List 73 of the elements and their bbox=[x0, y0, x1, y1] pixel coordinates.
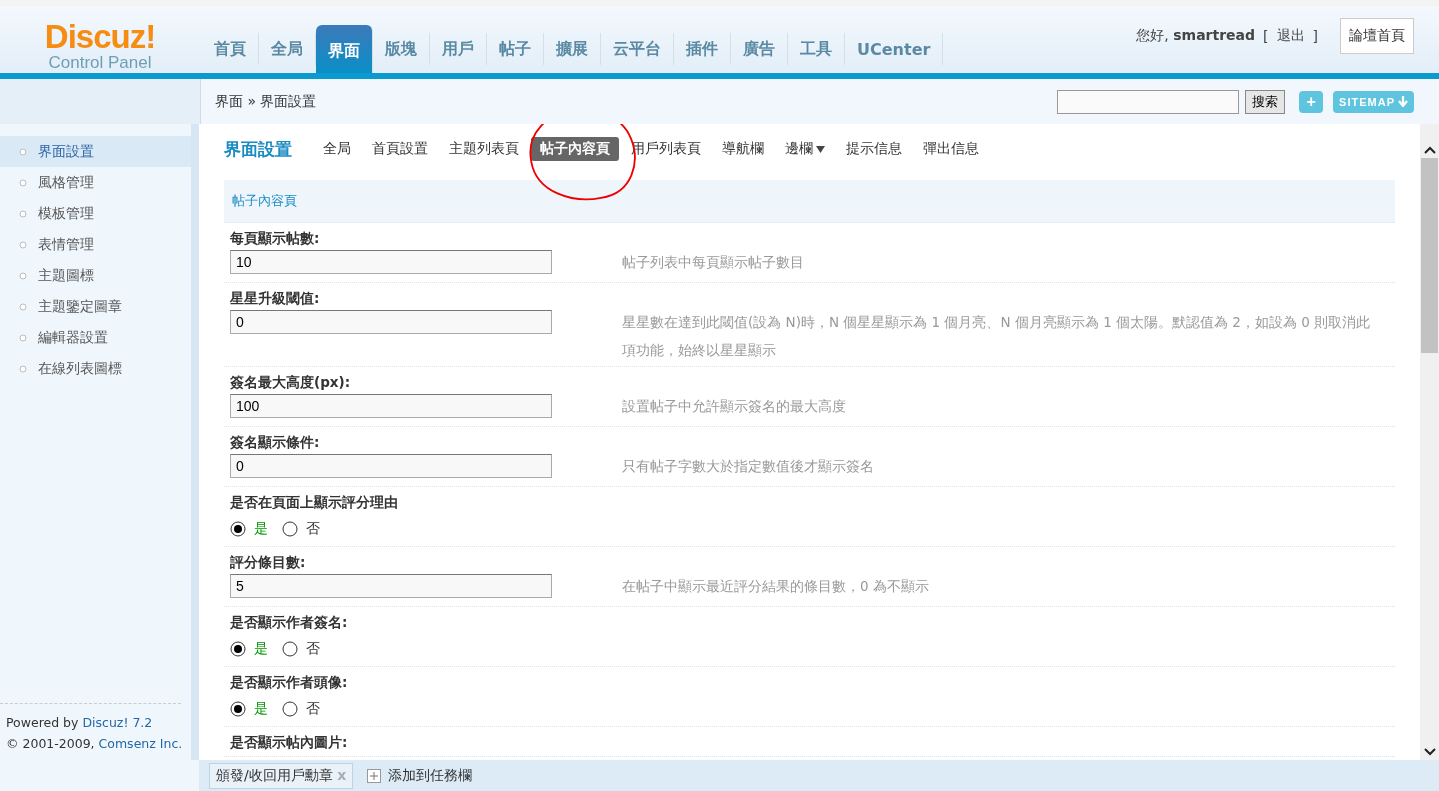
sub-tab[interactable]: 主題列表頁 bbox=[440, 137, 528, 161]
hint-text: 星星數在達到此閾值(設為 N)時，N 個星星顯示為 1 個月亮、N 個月亮顯示為 1 個太陽。默認值為 2，如設為 0 則取消此項功能，始終以星星顯示 bbox=[622, 313, 1372, 360]
scrollbar[interactable] bbox=[1420, 124, 1439, 760]
sidebar-item[interactable]: 主題鑒定圖章 bbox=[0, 291, 191, 322]
search-field[interactable] bbox=[1057, 89, 1240, 114]
setting-label: 評分條目數: bbox=[230, 553, 307, 572]
sub-tab[interactable]: 導航欄 bbox=[713, 137, 773, 161]
bullet-icon bbox=[19, 147, 27, 156]
sidebar-item[interactable]: 表情管理 bbox=[0, 229, 191, 260]
bullet-icon bbox=[19, 240, 27, 249]
setting-label: 簽名最大高度(px): bbox=[230, 373, 352, 392]
company-link[interactable]: Comsenz Inc. bbox=[98, 736, 183, 751]
radio-option[interactable]: 否 bbox=[282, 700, 320, 718]
sidebar-item[interactable]: 主題圖標 bbox=[0, 260, 191, 291]
radio-option[interactable]: 是 bbox=[230, 700, 268, 718]
sidebar-item[interactable]: 模板管理 bbox=[0, 198, 191, 229]
setting-label: 是否顯示作者頭像: bbox=[230, 673, 349, 692]
bullet-icon bbox=[19, 302, 27, 311]
sub-tab[interactable]: 帖子內容頁 bbox=[531, 137, 619, 161]
bullet-icon bbox=[19, 271, 27, 280]
bullet-icon bbox=[19, 178, 27, 187]
scroll-down-icon[interactable] bbox=[1423, 748, 1436, 756]
input-field[interactable]: 5 bbox=[230, 574, 552, 598]
hint-text: 只有帖子字數大於指定數值後才顯示簽名 bbox=[622, 457, 874, 476]
radio-option[interactable]: 是 bbox=[230, 520, 268, 538]
task-tab[interactable]: 頒發/收回用戶勳章 x bbox=[209, 762, 354, 789]
forum-home-button[interactable]: 論壇首頁 bbox=[1340, 18, 1414, 54]
setting-label: 是否顯示帖內圖片: bbox=[230, 733, 349, 752]
powered-by-text: Powered by Discuz! 7.2 bbox=[6, 714, 154, 732]
hint-text: 帖子列表中每頁顯示帖子數目 bbox=[622, 253, 804, 272]
sidebar-item[interactable]: 編輯器設置 bbox=[0, 322, 191, 353]
search-button[interactable]: 搜索 bbox=[1245, 89, 1286, 114]
sub-tab[interactable]: 彈出信息 bbox=[914, 137, 988, 161]
sub-tab[interactable]: 提示信息 bbox=[837, 137, 911, 161]
setting-label: 每頁顯示帖數: bbox=[230, 229, 321, 248]
hint-text: 設置帖子中允許顯示簽名的最大高度 bbox=[622, 397, 846, 416]
logo-subtitle: Control Panel bbox=[48, 53, 152, 73]
sub-tab[interactable]: 邊欄 bbox=[776, 137, 834, 161]
sidebar-item[interactable]: 風格管理 bbox=[0, 167, 191, 198]
radio-option[interactable]: 否 bbox=[282, 640, 320, 658]
sub-tab[interactable]: 全局 bbox=[314, 137, 360, 161]
bullet-icon bbox=[19, 209, 27, 218]
down-arrow-icon bbox=[1398, 96, 1408, 107]
setting-label: 是否在頁面上顯示評分理由 bbox=[230, 493, 399, 512]
page-title: 界面設置 bbox=[224, 137, 292, 161]
scroll-up-icon[interactable] bbox=[1423, 146, 1436, 154]
logo-text: Discuz! bbox=[44, 20, 156, 53]
sidebar-item[interactable]: 在線列表圖標 bbox=[0, 353, 191, 384]
sub-tab[interactable]: 首頁設置 bbox=[363, 137, 437, 161]
radio-option[interactable]: 是 bbox=[230, 640, 268, 658]
bracket-text: [ bbox=[1263, 28, 1269, 44]
input-field[interactable]: 10 bbox=[230, 250, 552, 274]
bracket-text: ] bbox=[1312, 28, 1318, 44]
plus-icon bbox=[367, 768, 382, 783]
input-field[interactable]: 100 bbox=[230, 394, 552, 418]
logout-link[interactable]: 退出 bbox=[1276, 27, 1305, 45]
input-field[interactable]: 0 bbox=[230, 454, 552, 478]
bullet-icon bbox=[19, 364, 27, 373]
input-field[interactable]: 0 bbox=[230, 310, 552, 334]
nav-tab[interactable]: 界面 bbox=[316, 25, 373, 73]
caret-icon bbox=[816, 145, 825, 153]
setting-label: 簽名顯示條件: bbox=[230, 433, 321, 452]
greeting-text: 您好, smartread bbox=[1136, 27, 1256, 45]
radio-option[interactable]: 否 bbox=[282, 520, 320, 538]
hint-text: 在帖子中顯示最近評分結果的條目數，0 為不顯示 bbox=[622, 577, 929, 596]
breadcrumb: 界面 » 界面設置 bbox=[215, 92, 317, 111]
section-header: 帖子內容頁 bbox=[224, 180, 1395, 223]
setting-label: 是否顯示作者簽名: bbox=[230, 613, 349, 632]
setting-label: 星星升級閾值: bbox=[230, 289, 321, 308]
sidebar-item[interactable]: 界面設置 bbox=[0, 136, 191, 167]
add-to-taskbar-link[interactable]: 添加到任務欄 bbox=[367, 766, 473, 785]
bullet-icon bbox=[19, 333, 27, 342]
product-link[interactable]: Discuz! 7.2 bbox=[82, 715, 153, 730]
